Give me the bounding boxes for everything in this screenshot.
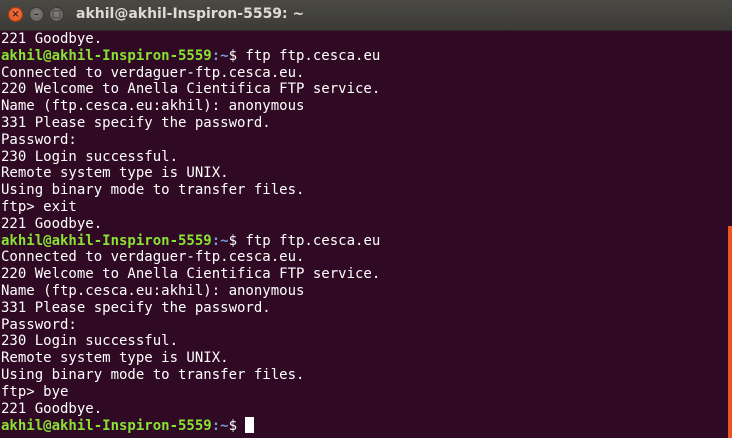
output-line: Using binary mode to transfer files. <box>1 182 305 199</box>
output-line: 221 Goodbye. <box>1 31 103 47</box>
output-line: Using binary mode to transfer files. <box>1 366 305 383</box>
prompt-line: akhil@akhil-Inspiron-5559:~$ ftp ftp.ces… <box>1 233 728 250</box>
scrollbar[interactable] <box>728 226 732 438</box>
output-line: Remote system type is UNIX. <box>1 350 229 367</box>
output-line: Connected to verdaguer-ftp.cesca.eu. <box>1 249 305 266</box>
command-text: $ ftp ftp.cesca.eu <box>228 47 381 64</box>
output-line: 331 Please specify the password. <box>1 299 271 316</box>
output-line: Name (ftp.cesca.eu:akhil): anonymous <box>1 98 305 115</box>
output-line: 331 Please specify the password. <box>1 114 271 131</box>
output-line: Connected to verdaguer-ftp.cesca.eu. <box>1 64 305 81</box>
output-line: Remote system type is UNIX. <box>1 165 229 182</box>
terminal-window: × – □ akhil@akhil-Inspiron-5559: ~ 221 G… <box>0 0 732 438</box>
prompt-line: akhil@akhil-Inspiron-5559:~$ <box>1 417 728 434</box>
prompt-user-host: akhil@akhil-Inspiron-5559 <box>1 418 212 435</box>
close-icon[interactable]: × <box>8 7 23 22</box>
output-line: 221 Goodbye. <box>1 215 103 232</box>
output-line: ftp> bye <box>1 383 69 400</box>
output-line: 230 Login successful. <box>1 333 179 350</box>
title-bar[interactable]: × – □ akhil@akhil-Inspiron-5559: ~ <box>0 0 732 31</box>
output-line: 220 Welcome to Anella Cientifica FTP ser… <box>1 81 381 98</box>
command-text: $ ftp ftp.cesca.eu <box>228 232 381 249</box>
maximize-icon[interactable]: □ <box>49 7 64 22</box>
output-line: 221 Goodbye. <box>1 400 103 417</box>
prompt-path: :~ <box>211 418 229 435</box>
prompt-path: :~ <box>211 232 229 249</box>
prompt-user-host: akhil@akhil-Inspiron-5559 <box>1 232 212 249</box>
output-line: Name (ftp.cesca.eu:akhil): anonymous <box>1 282 305 299</box>
command-text: $ <box>228 418 246 435</box>
output-line: ftp> exit <box>1 198 77 215</box>
prompt-path: :~ <box>211 47 229 64</box>
window-title: akhil@akhil-Inspiron-5559: ~ <box>76 6 305 22</box>
prompt-line: akhil@akhil-Inspiron-5559:~$ ftp ftp.ces… <box>1 48 728 65</box>
prompt-user-host: akhil@akhil-Inspiron-5559 <box>1 47 212 64</box>
output-line: Password: <box>1 131 77 148</box>
output-line: 220 Welcome to Anella Cientifica FTP ser… <box>1 266 381 283</box>
output-line: Password: <box>1 316 77 333</box>
output-line: 230 Login successful. <box>1 148 179 165</box>
terminal-output[interactable]: 221 Goodbye. akhil@akhil-Inspiron-5559:~$… <box>0 31 728 438</box>
minimize-icon[interactable]: – <box>29 7 44 22</box>
text-cursor <box>245 417 255 434</box>
